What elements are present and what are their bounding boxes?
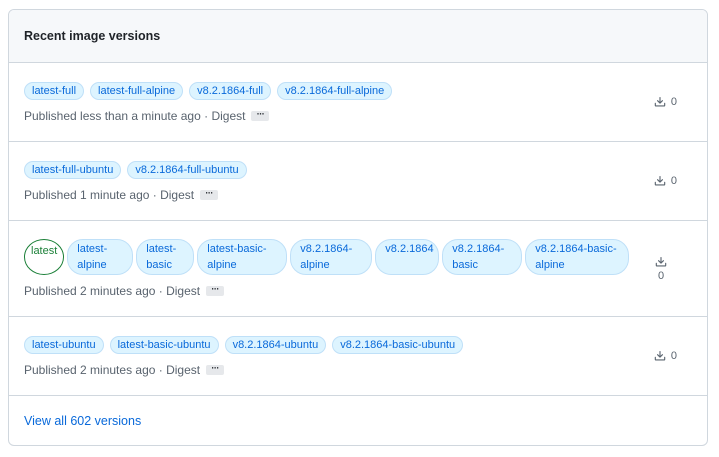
- version-meta: Published 2 minutes ago · Digest ···: [24, 363, 692, 377]
- recent-versions-box: Recent image versions latest-full latest…: [8, 9, 708, 446]
- latest-tag[interactable]: latest: [24, 239, 65, 275]
- digest-label: Digest: [160, 187, 195, 202]
- version-tag[interactable]: latest-ubuntu: [24, 335, 104, 354]
- version-row: latest-full latest-full-alpine v8.2.1864…: [9, 63, 707, 142]
- separator-dot: ·: [149, 187, 161, 202]
- digest-label: Digest: [166, 284, 201, 298]
- digest-label: Digest: [166, 362, 201, 377]
- download-icon: [654, 96, 666, 108]
- view-all-versions-link[interactable]: View all 602 versions: [24, 414, 141, 428]
- version-tag[interactable]: latest-basic-ubuntu: [109, 335, 219, 354]
- download-count-value: 0: [670, 96, 677, 108]
- published-text: Published less than a minute ago: [24, 108, 201, 123]
- download-icon: [654, 175, 666, 187]
- download-count-value: 0: [670, 175, 677, 187]
- version-tag[interactable]: v8.2.1864-ubuntu: [224, 335, 327, 354]
- version-meta: Published less than a minute ago · Diges…: [24, 109, 692, 123]
- version-tag[interactable]: v8.2.1864-full-alpine: [277, 81, 393, 100]
- download-count: 0: [654, 350, 677, 362]
- version-tag[interactable]: v8.2.1864-full-ubuntu: [127, 160, 247, 179]
- version-tag[interactable]: latest-basic: [136, 239, 195, 275]
- download-count-value: 0: [670, 350, 677, 362]
- version-meta: Published 2 minutes ago · Digest ···: [24, 284, 647, 298]
- version-tag[interactable]: latest-alpine: [67, 239, 134, 275]
- separator-dot: ·: [200, 108, 212, 123]
- digest-expand-button[interactable]: ···: [200, 188, 219, 200]
- digest-expand-button[interactable]: ···: [206, 285, 225, 296]
- tag-list: latest-full latest-full-alpine v8.2.1864…: [24, 81, 692, 100]
- version-row: latest-full-ubuntu v8.2.1864-full-ubuntu…: [9, 142, 707, 221]
- digest-label: Digest: [211, 108, 246, 123]
- published-text: Published 2 minutes ago: [24, 284, 156, 298]
- tag-list: latest-ubuntu latest-basic-ubuntu v8.2.1…: [24, 335, 692, 354]
- version-tag[interactable]: v8.2.1864-full: [189, 81, 272, 100]
- version-tag[interactable]: latest-full-ubuntu: [24, 160, 122, 179]
- version-tag[interactable]: latest-full-alpine: [90, 81, 184, 100]
- download-count-value: 0: [657, 269, 665, 282]
- version-tag[interactable]: v8.2.1864-basic-ubuntu: [332, 335, 464, 354]
- download-count: 0: [655, 256, 667, 282]
- version-tag[interactable]: v8.2.1864-alpine: [290, 239, 373, 275]
- version-tag[interactable]: latest-basic-alpine: [197, 239, 288, 275]
- published-text: Published 2 minutes ago: [24, 362, 156, 377]
- separator-dot: ·: [155, 362, 167, 377]
- box-footer: View all 602 versions: [9, 396, 707, 445]
- version-row: latest latest-alpine latest-basic latest…: [9, 221, 707, 317]
- version-tag[interactable]: v8.2.1864-basic-alpine: [525, 239, 630, 275]
- box-header: Recent image versions: [9, 10, 707, 63]
- published-text: Published 1 minute ago: [24, 187, 150, 202]
- download-count: 0: [654, 96, 677, 108]
- version-row: latest-ubuntu latest-basic-ubuntu v8.2.1…: [9, 317, 707, 396]
- separator-dot: ·: [155, 284, 167, 298]
- digest-expand-button[interactable]: ···: [206, 363, 225, 375]
- tag-list: latest-full-ubuntu v8.2.1864-full-ubuntu: [24, 160, 692, 179]
- version-tag[interactable]: v8.2.1864-basic: [442, 239, 523, 275]
- download-icon: [654, 350, 666, 362]
- download-icon: [655, 256, 667, 268]
- version-tag[interactable]: v8.2.1864: [375, 239, 440, 275]
- digest-expand-button[interactable]: ···: [251, 109, 270, 121]
- tag-list: latest latest-alpine latest-basic latest…: [24, 239, 647, 275]
- section-title: Recent image versions: [24, 29, 161, 43]
- download-count: 0: [654, 175, 677, 187]
- version-meta: Published 1 minute ago · Digest ···: [24, 188, 692, 202]
- version-tag[interactable]: latest-full: [24, 81, 85, 100]
